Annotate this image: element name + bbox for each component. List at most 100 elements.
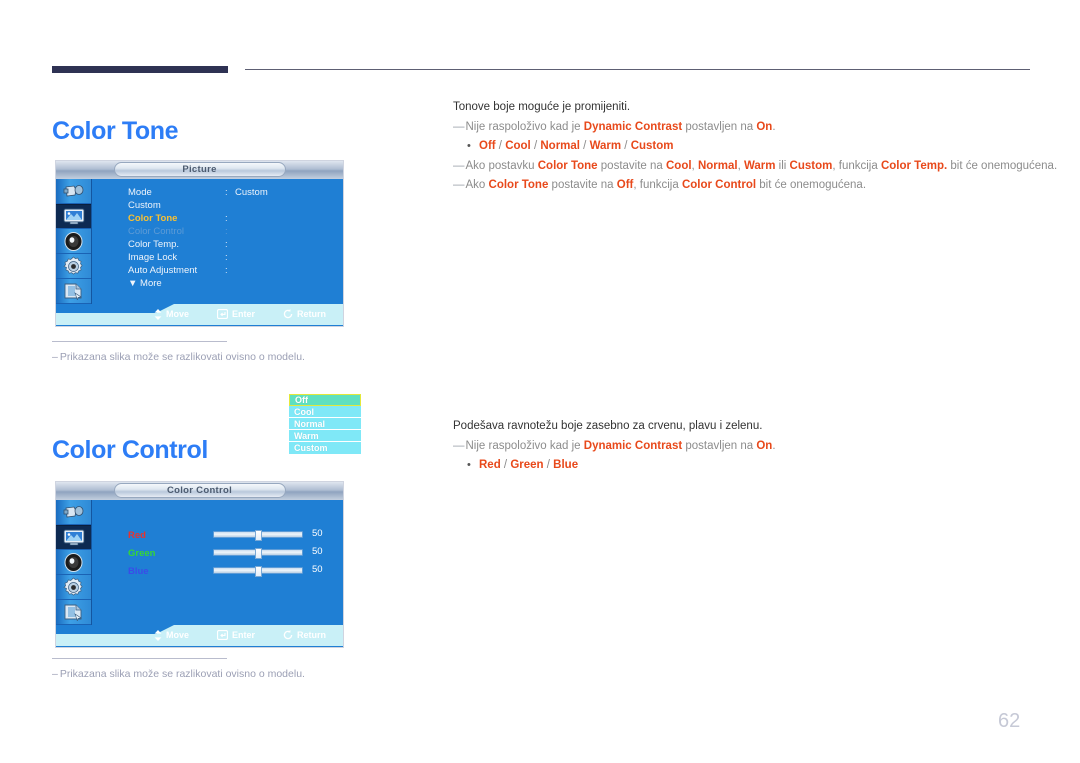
menu-item-color-tone[interactable]: Color Tone: xyxy=(128,212,268,225)
footnote-text: – Prikazana slika može se razlikovati ovi… xyxy=(52,668,305,680)
rail-cell-setup-gear[interactable] xyxy=(56,254,91,279)
note-line: — Ako Color Tone postavite na Off, funkci… xyxy=(453,179,867,192)
input-source-icon xyxy=(63,504,85,520)
menu-item-colon: : xyxy=(225,213,228,224)
osd-help-items: Move Enter Return xyxy=(154,308,326,320)
menu-item-label: Custom xyxy=(128,200,161,211)
slider-handle[interactable] xyxy=(255,547,263,559)
rail-cell-input-source[interactable] xyxy=(56,500,91,525)
help-item-return: Return xyxy=(283,308,326,320)
note-dash-icon: — xyxy=(453,179,464,192)
page-number: 62 xyxy=(998,710,1021,732)
dropdown-option-off[interactable]: Off xyxy=(289,394,361,406)
menu-item-label: Color Temp. xyxy=(128,239,180,250)
note-line: — Nije raspoloživo kad je Dynamic Contras… xyxy=(453,439,776,452)
multi-control-icon xyxy=(63,282,85,300)
help-item-enter: Enter xyxy=(217,629,255,641)
help-item-enter: Enter xyxy=(217,308,255,320)
enter-key-icon xyxy=(217,630,229,640)
note-dash-icon: — xyxy=(453,120,464,133)
note-line: — Nije raspoloživo kad je Dynamic Contras… xyxy=(453,120,776,133)
osd-help-bar: Move Enter Return xyxy=(56,304,343,325)
help-item-label: Return xyxy=(297,630,327,640)
help-item-label: Enter xyxy=(232,630,256,640)
note-dash-icon: — xyxy=(453,159,464,172)
slider-track[interactable] xyxy=(213,565,303,577)
osd-icon-rail[interactable] xyxy=(56,500,92,625)
dropdown-option-custom[interactable]: Custom xyxy=(289,442,361,454)
menu-item-custom[interactable]: Custom xyxy=(128,199,268,212)
slider-value: 50 xyxy=(312,564,323,575)
footnote-color-control: – Prikazana slika može se razlikovati ovi… xyxy=(52,658,352,680)
menu-item-label: Color Control xyxy=(128,226,184,237)
osd-menu-list[interactable]: Mode: Custom Custom Color Tone: Color Contro… xyxy=(128,186,268,290)
up-down-arrow-icon xyxy=(154,308,162,320)
menu-more-item[interactable]: ▼ More xyxy=(128,277,268,290)
rail-cell-sound[interactable] xyxy=(56,550,91,575)
color-slider-group[interactable]: Red 50 Green 50 Blue 50 xyxy=(128,528,323,582)
menu-item-mode[interactable]: Mode: Custom xyxy=(128,186,268,199)
help-item-move: Move xyxy=(154,308,189,320)
slider-handle[interactable] xyxy=(255,529,263,541)
rail-cell-multi-control[interactable] xyxy=(56,279,91,304)
menu-item-colon: : xyxy=(225,252,228,263)
osd-title-text: Color Control xyxy=(166,485,233,496)
up-down-arrow-icon xyxy=(154,629,162,641)
osd-help-notch xyxy=(56,625,174,634)
return-arrow-icon xyxy=(283,630,293,640)
osd-help-bar: Move Enter Return xyxy=(56,625,343,646)
dropdown-option-cool[interactable]: Cool xyxy=(289,406,361,418)
input-source-icon xyxy=(63,183,85,199)
osd-titlebar: Color Control xyxy=(56,482,343,503)
slider-track[interactable] xyxy=(213,547,303,559)
slider-row-red[interactable]: Red 50 xyxy=(128,528,323,542)
menu-item-color-temp[interactable]: Color Temp.: xyxy=(128,238,268,251)
option-bullet: • Red / Green / Blue xyxy=(467,456,1043,476)
rail-cell-setup-gear[interactable] xyxy=(56,575,91,600)
menu-item-label: Color Tone xyxy=(128,213,178,224)
menu-item-value: Custom xyxy=(235,187,268,198)
sound-icon xyxy=(64,231,83,251)
note-dash-icon: — xyxy=(453,439,464,452)
slider-row-blue[interactable]: Blue 50 xyxy=(128,564,323,578)
osd-color-control-menu[interactable]: Color Control Red 50 Green 50 Blue 50 Move Ent… xyxy=(55,481,344,648)
slider-handle[interactable] xyxy=(255,565,263,577)
rail-cell-picture[interactable] xyxy=(56,204,91,229)
help-item-label: Move xyxy=(166,630,190,640)
rail-cell-multi-control[interactable] xyxy=(56,600,91,625)
osd-icon-rail[interactable] xyxy=(56,179,92,304)
osd-body: Mode: Custom Custom Color Tone: Color Contro… xyxy=(56,179,362,455)
menu-item-color-control[interactable]: Color Control: xyxy=(128,225,268,238)
slider-track[interactable] xyxy=(213,529,303,541)
menu-item-image-lock[interactable]: Image Lock: xyxy=(128,251,268,264)
multi-control-icon xyxy=(63,603,85,621)
menu-item-colon: : xyxy=(225,187,228,198)
header-rule-thick xyxy=(52,66,228,73)
rail-cell-picture[interactable] xyxy=(56,525,91,550)
option-bullet: • Off / Cool / Normal / Warm / Custom xyxy=(467,137,1043,157)
slider-value: 50 xyxy=(312,546,323,557)
enter-key-icon xyxy=(217,309,229,319)
rail-cell-sound[interactable] xyxy=(56,229,91,254)
sound-icon xyxy=(64,552,83,572)
osd-picture-menu[interactable]: Picture Mode: Custom Custom Color Tone: Colo… xyxy=(55,160,362,455)
rail-cell-input-source[interactable] xyxy=(56,179,91,204)
slider-label: Red xyxy=(128,530,146,542)
slider-row-green[interactable]: Green 50 xyxy=(128,546,323,560)
menu-item-auto-adjustment[interactable]: Auto Adjustment: xyxy=(128,264,268,277)
dropdown-option-warm[interactable]: Warm xyxy=(289,430,361,442)
menu-item-label: Mode xyxy=(128,187,152,198)
intro-text: Podešava ravnotežu boje zasebno za crven… xyxy=(453,420,763,432)
footnote-rule xyxy=(52,341,227,342)
header-rule-thin xyxy=(245,69,1030,70)
slider-label: Blue xyxy=(128,566,149,578)
osd-titlebar: Picture xyxy=(56,161,343,182)
menu-item-label: Image Lock xyxy=(128,252,178,263)
bullet-dot-icon: • xyxy=(467,140,471,153)
menu-item-colon: : xyxy=(225,226,228,237)
page-title-color-control: Color Control xyxy=(52,435,208,464)
slider-value: 50 xyxy=(312,528,323,539)
color-tone-dropdown[interactable]: Off Cool Normal Warm Custom xyxy=(288,393,362,455)
slider-label: Green xyxy=(128,548,156,560)
dropdown-option-normal[interactable]: Normal xyxy=(289,418,361,430)
